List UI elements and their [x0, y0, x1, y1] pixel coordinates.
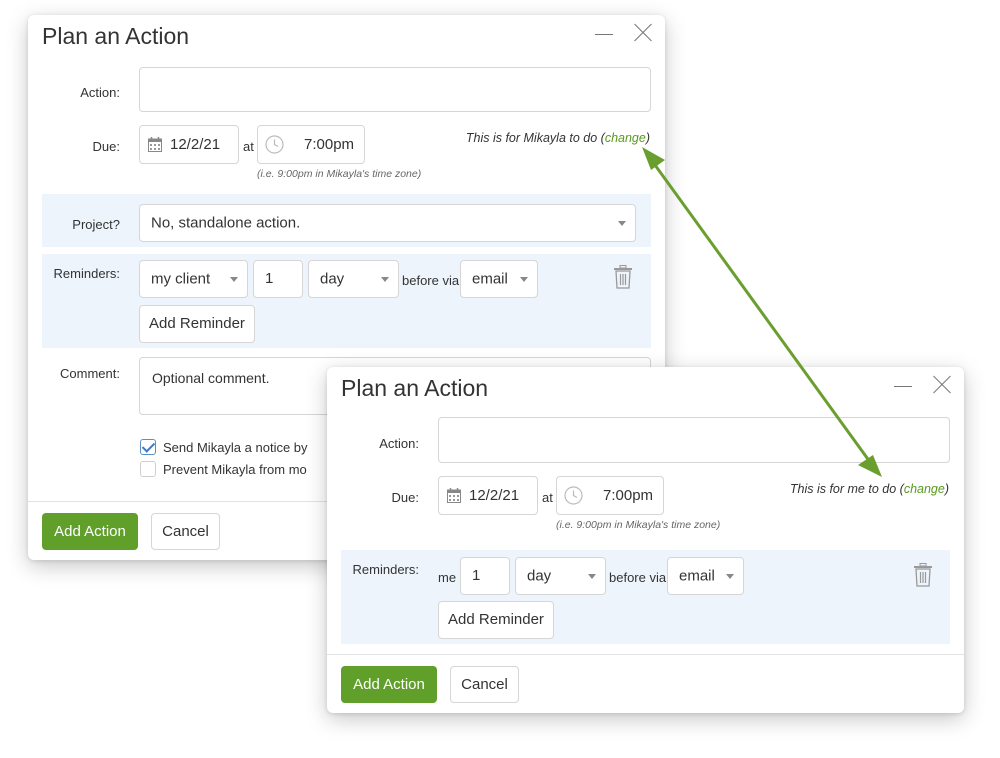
double-arrow-icon [642, 147, 882, 477]
